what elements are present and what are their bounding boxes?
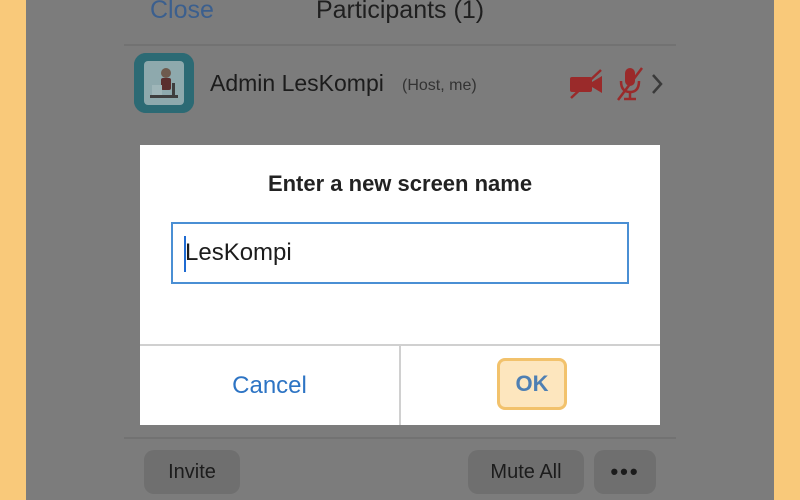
bottom-toolbar: Invite Mute All ••• [124, 440, 676, 500]
page-title: Participants (1) [315, 0, 485, 24]
avatar-illustration-icon [134, 53, 194, 113]
camera-off-icon[interactable] [568, 68, 604, 100]
text-caret [184, 236, 186, 272]
screen-name-input[interactable] [171, 222, 629, 284]
cancel-button[interactable]: Cancel [140, 346, 399, 425]
app-frame: Close Participants (1) Admin LesKompi (H… [26, 0, 774, 500]
mute-all-button[interactable]: Mute All [468, 450, 584, 494]
mic-off-icon[interactable] [616, 66, 644, 102]
top-bar: Close Participants (1) [26, 0, 774, 44]
divider [399, 345, 401, 425]
divider [124, 437, 676, 439]
more-dots-icon: ••• [610, 459, 640, 484]
ok-button[interactable]: OK [497, 358, 567, 410]
participant-name: Admin LesKompi [210, 70, 384, 96]
participant-role-tag: (Host, me) [402, 77, 477, 94]
invite-button[interactable]: Invite [144, 450, 240, 494]
avatar [134, 53, 194, 113]
rename-dialog: Enter a new screen name Cancel OK [140, 145, 660, 425]
more-options-button[interactable]: ••• [594, 450, 656, 494]
participant-row[interactable]: Admin LesKompi (Host, me) [124, 46, 676, 122]
chevron-right-icon[interactable] [650, 72, 664, 96]
dialog-title: Enter a new screen name [267, 171, 533, 196]
